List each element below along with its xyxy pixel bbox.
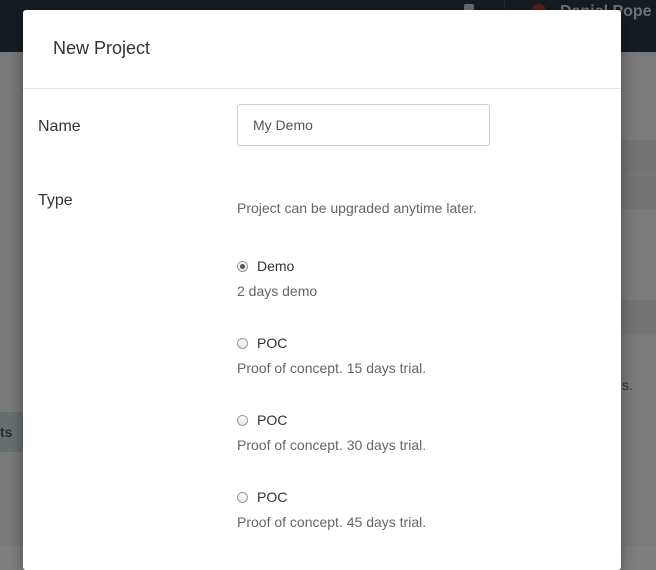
option-label[interactable]: POC (257, 489, 287, 505)
radio-button[interactable] (237, 492, 248, 503)
modal-title: New Project (53, 38, 151, 58)
new-project-dialog: New Project Name Type Project can be upg… (23, 10, 621, 570)
option-label[interactable]: Demo (257, 258, 294, 274)
type-label: Type (38, 192, 73, 209)
radio-button[interactable] (237, 415, 248, 426)
type-hint: Project can be upgraded anytime later. (237, 200, 477, 216)
option-description: Proof of concept. 30 days trial. (237, 437, 427, 453)
radio-button[interactable] (237, 338, 248, 349)
option-description: Proof of concept. 45 days trial. (237, 514, 427, 530)
name-label: Name (38, 118, 81, 135)
option-description: Proof of concept. 15 days trial. (237, 360, 427, 376)
option-label[interactable]: POC (257, 412, 287, 428)
radio-button[interactable] (237, 261, 248, 272)
project-name-input[interactable] (237, 104, 490, 146)
modal-header: New Project (23, 10, 621, 89)
option-description: 2 days demo (237, 283, 318, 299)
option-label[interactable]: POC (257, 335, 287, 351)
